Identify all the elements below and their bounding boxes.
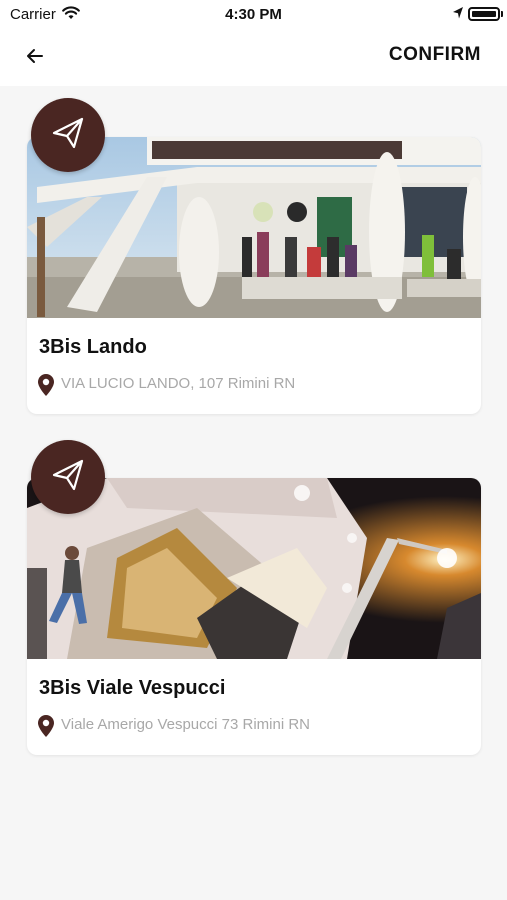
paper-plane-icon bbox=[50, 457, 86, 498]
paper-plane-icon bbox=[50, 115, 86, 156]
status-time: 4:30 PM bbox=[225, 6, 282, 23]
location-arrow-icon bbox=[452, 6, 464, 25]
map-pin-icon bbox=[37, 714, 55, 743]
status-bar: Carrier 4:30 PM bbox=[0, 0, 507, 30]
battery-icon bbox=[468, 7, 500, 21]
map-pin-icon bbox=[37, 373, 55, 402]
store-address: VIA LUCIO LANDO, 107 Rimini RN bbox=[61, 375, 296, 392]
store-name: 3Bis Lando bbox=[39, 336, 147, 358]
back-button[interactable] bbox=[20, 44, 50, 72]
send-button-vespucci[interactable] bbox=[31, 440, 105, 514]
gelateria-night-storefront-photo bbox=[27, 478, 481, 659]
confirm-button[interactable]: CONFIRM bbox=[389, 44, 481, 66]
arrow-left-icon bbox=[26, 48, 44, 69]
send-button-lando[interactable] bbox=[31, 98, 105, 172]
store-address: Viale Amerigo Vespucci 73 Rimini RN bbox=[61, 716, 311, 733]
store-card-lando[interactable]: 3Bis Lando VIA LUCIO LANDO, 107 Rimini R… bbox=[27, 137, 481, 414]
nav-bar: CONFIRM bbox=[0, 30, 507, 86]
store-name: 3Bis Viale Vespucci bbox=[39, 677, 226, 699]
store-card-vespucci[interactable]: 3Bis Viale Vespucci Viale Amerigo Vespuc… bbox=[27, 478, 481, 755]
gelateria-terrace-photo bbox=[27, 137, 481, 318]
